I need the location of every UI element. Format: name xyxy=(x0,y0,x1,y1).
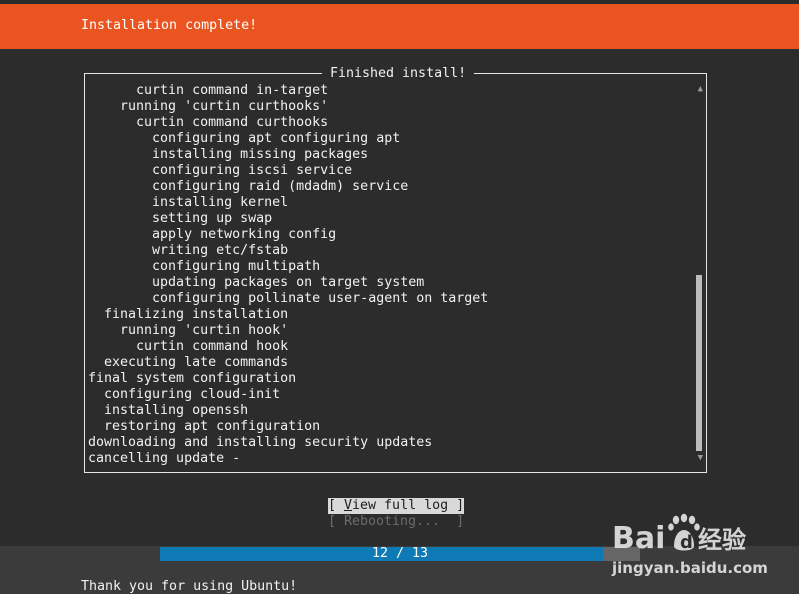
view-log-bracket: [ xyxy=(328,498,345,513)
log-line: running 'curtin curthooks' xyxy=(88,99,329,114)
baidu-jingyan-watermark: Bai du 经验 jingyan.baidu.com xyxy=(612,508,792,588)
log-line: downloading and installing security upda… xyxy=(88,435,433,450)
page-title: Installation complete! xyxy=(81,18,258,33)
log-line: running 'curtin hook' xyxy=(88,323,289,338)
view-log-label: iew full log ] xyxy=(352,498,465,513)
svg-text:Bai: Bai xyxy=(612,521,665,556)
log-line: finalizing installation xyxy=(88,307,289,322)
log-line: configuring apt configuring apt xyxy=(88,131,401,146)
log-frame-title: Finished install! xyxy=(322,66,475,82)
log-line: curtin command curthooks xyxy=(88,115,329,130)
scrollbar-thumb[interactable] xyxy=(696,275,702,451)
watermark-url: jingyan.baidu.com xyxy=(612,559,768,577)
log-line: final system configuration xyxy=(88,371,297,386)
progress-bar: 12 / 13 xyxy=(160,546,640,561)
log-line: configuring multipath xyxy=(88,259,321,274)
footer-message: Thank you for using Ubuntu! xyxy=(81,579,298,594)
view-log-hotkey: V xyxy=(344,498,353,513)
view-full-log-button[interactable]: [ View full log ] xyxy=(328,498,464,514)
log-line: configuring cloud-init xyxy=(88,387,281,402)
baidu-logo: Bai du 经验 xyxy=(612,513,746,556)
log-line: configuring raid (mdadm) service xyxy=(88,179,409,194)
installer-screen: Installation complete! Finished install!… xyxy=(0,0,799,594)
log-line: configuring iscsi service xyxy=(88,163,353,178)
progress-label: 12 / 13 xyxy=(371,546,429,561)
log-line: restoring apt configuration xyxy=(88,419,321,434)
svg-text:经验: 经验 xyxy=(698,526,746,554)
log-line: updating packages on target system xyxy=(88,275,425,290)
log-line: installing missing packages xyxy=(88,147,369,162)
rebooting-button: [ Rebooting... ] xyxy=(328,514,465,529)
log-line: installing openssh xyxy=(88,403,249,418)
log-line: executing late commands xyxy=(88,355,289,370)
log-line: curtin command in-target xyxy=(88,83,329,98)
scroll-down-icon[interactable]: ▼ xyxy=(698,453,703,463)
header-bar: Installation complete! xyxy=(0,4,799,49)
install-log-frame[interactable]: Finished install! curtin command in-targ… xyxy=(84,66,707,473)
log-line: cancelling update - xyxy=(88,451,241,466)
log-line: setting up swap xyxy=(88,211,273,226)
scroll-up-icon[interactable]: ▲ xyxy=(698,84,703,94)
log-line: installing kernel xyxy=(88,195,289,210)
log-line: apply networking config xyxy=(88,227,337,242)
log-line: configuring pollinate user-agent on targ… xyxy=(88,291,489,306)
log-line: curtin command hook xyxy=(88,339,289,354)
install-log-lines: curtin command in-target running 'curtin… xyxy=(88,83,688,467)
log-line: writing etc/fstab xyxy=(88,243,289,258)
